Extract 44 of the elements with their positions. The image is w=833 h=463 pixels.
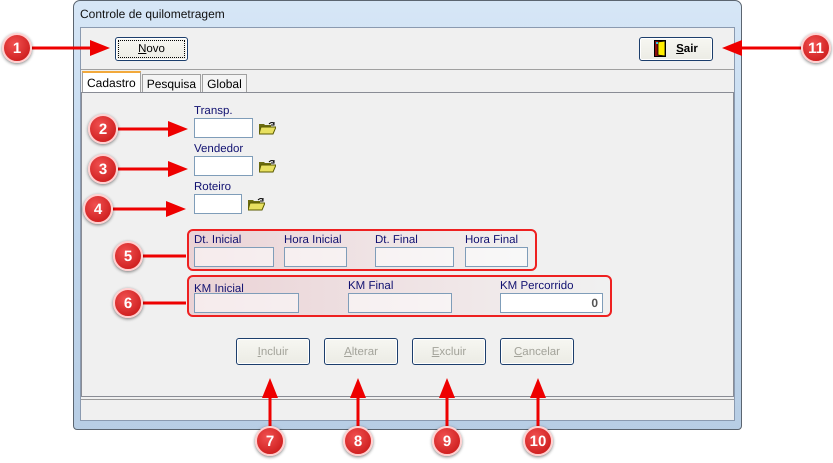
input-field[interactable] [194, 247, 274, 267]
folder-open-icon[interactable] [248, 197, 265, 211]
field-label: Hora Inicial [284, 233, 343, 247]
input-field[interactable] [194, 194, 242, 214]
callout-arrow [439, 378, 455, 426]
exit-button[interactable]: Sair [639, 36, 713, 60]
input-field[interactable] [465, 247, 528, 267]
tab[interactable]: Global [202, 74, 247, 92]
input-field[interactable] [194, 293, 299, 313]
input-field[interactable]: 0 [500, 293, 603, 313]
callout-badge: 7 [255, 426, 285, 456]
callout-arrow [350, 378, 366, 426]
input-field[interactable] [194, 156, 253, 176]
input-field[interactable] [348, 293, 452, 313]
callout-arrow [118, 121, 188, 137]
input-field[interactable] [194, 118, 253, 138]
tab[interactable]: Cadastro [82, 71, 141, 92]
door-icon [654, 40, 666, 57]
folder-open-icon[interactable] [259, 121, 276, 135]
field-label: Dt. Final [375, 233, 419, 247]
field-label: Transp. [194, 104, 234, 118]
callout-arrow [262, 378, 278, 426]
callout-badge: 9 [432, 426, 462, 456]
callout-arrow [530, 378, 546, 426]
input-field[interactable] [375, 247, 454, 267]
field-label: Roteiro [194, 180, 232, 194]
field-label: KM Percorrido [500, 279, 574, 293]
leader-line [143, 254, 186, 258]
input-field[interactable] [284, 247, 347, 267]
field-label: KM Inicial [194, 282, 245, 296]
callout-arrow [118, 161, 188, 177]
callout-badge: 10 [523, 426, 553, 456]
field-label: Vendedor [194, 142, 244, 156]
callout-badge: 1 [2, 33, 32, 63]
folder-open-icon[interactable] [259, 159, 276, 173]
new-button[interactable]: Novo [115, 36, 188, 60]
callout-badge: 11 [801, 33, 831, 63]
tab[interactable]: Pesquisa [142, 74, 202, 92]
field-label: Dt. Inicial [194, 233, 242, 247]
field-label: KM Final [348, 279, 394, 293]
field-label: Hora Final [465, 233, 520, 247]
leader-line [143, 301, 186, 305]
callout-badge: 8 [343, 426, 373, 456]
window-title: Controle de quilometragem [80, 6, 226, 23]
